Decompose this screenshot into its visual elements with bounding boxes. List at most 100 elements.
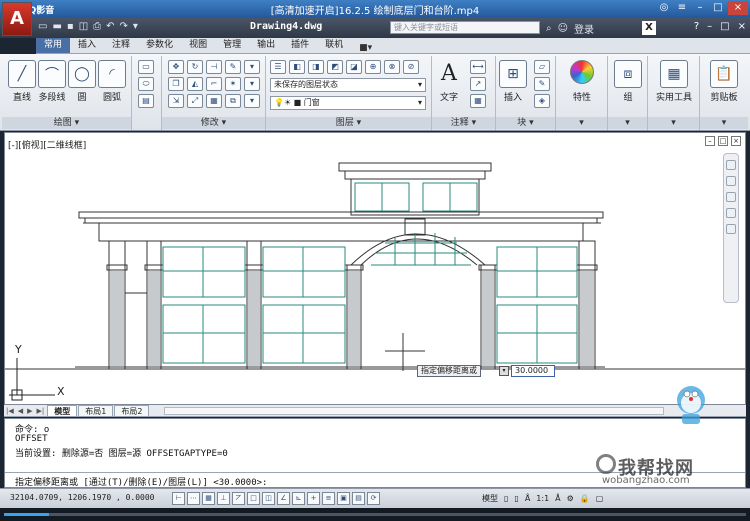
utilities-panel-expander[interactable]: ▾ xyxy=(648,117,699,129)
offset-distance-input[interactable]: 30.0000 xyxy=(511,365,555,377)
clipboard-tool[interactable]: 📋 剪贴板 xyxy=(704,60,744,103)
qat-more-icon[interactable]: ▾ xyxy=(133,21,138,32)
annotation-panel-title[interactable]: 注释 ▾ xyxy=(432,117,495,129)
login-button[interactable]: 登录 xyxy=(574,21,594,36)
dropdown2-icon[interactable]: ▾ xyxy=(244,77,260,91)
3d-osnap-icon[interactable]: ◫ xyxy=(262,492,275,505)
leader-icon[interactable]: ↗ xyxy=(470,77,486,91)
mirror-icon[interactable]: ◭ xyxy=(187,77,203,91)
save-as-icon[interactable]: ◫ xyxy=(79,21,88,32)
dropdown3-icon[interactable]: ▾ xyxy=(244,94,260,108)
infer-constraints-icon[interactable]: ⊢ xyxy=(172,492,185,505)
lock-icon[interactable]: 🔒 xyxy=(580,494,590,503)
layer-state-dropdown[interactable]: 未保存的图层状态 ▾ xyxy=(270,78,426,92)
layers-panel-title[interactable]: 图层 ▾ xyxy=(266,117,431,129)
tab-home[interactable]: 常用 xyxy=(36,38,71,53)
rotate-icon[interactable]: ↻ xyxy=(187,60,203,74)
next-layout-icon[interactable]: ▶ xyxy=(25,407,34,415)
help-icon[interactable]: ? xyxy=(694,21,699,32)
tab-online[interactable]: 联机 xyxy=(317,38,351,53)
layer-icon-7[interactable]: ⊗ xyxy=(384,60,400,74)
exchange-icon[interactable]: X xyxy=(642,21,656,35)
array-icon[interactable]: ▦ xyxy=(206,94,222,108)
drawing-canvas[interactable]: [-][俯视][二维线框] – □ × Y X 指定偏移距离或 ▾ 30.000… xyxy=(4,132,746,405)
layer-icon-5[interactable]: ◪ xyxy=(346,60,362,74)
acad-minimize-button[interactable]: – xyxy=(707,21,712,32)
tab-layout2[interactable]: 布局2 xyxy=(114,405,150,416)
attribute-icon[interactable]: ◈ xyxy=(534,94,550,108)
object-snap-icon[interactable]: □ xyxy=(247,492,260,505)
acad-close-button[interactable]: × xyxy=(738,21,746,32)
current-layer-dropdown[interactable]: 💡☀ ■ 门窗 ▾ xyxy=(270,96,426,110)
snap-mode-icon[interactable]: ⋯ xyxy=(187,492,200,505)
modify-panel-title[interactable]: 修改 ▾ xyxy=(162,117,265,129)
dynamic-input-options-icon[interactable]: ▾ xyxy=(499,366,509,376)
redo-icon[interactable]: ↷ xyxy=(120,21,128,32)
group-tool[interactable]: ⧈ 组 xyxy=(608,60,648,103)
lineweight-icon[interactable]: ≡ xyxy=(322,492,335,505)
polar-tracking-icon[interactable]: ⦢ xyxy=(232,492,245,505)
clean-screen-icon[interactable]: ▢ xyxy=(596,494,604,503)
table-icon[interactable]: ▦ xyxy=(470,94,486,108)
move-icon[interactable]: ✥ xyxy=(168,60,184,74)
block-panel-title[interactable]: 块 ▾ xyxy=(496,117,555,129)
stretch-icon[interactable]: ⇲ xyxy=(168,94,184,108)
help-search-input[interactable]: 键入关键字或短语 xyxy=(390,21,540,34)
copy-icon[interactable]: ❐ xyxy=(168,77,184,91)
annotation-scale-icon[interactable]: Å xyxy=(525,494,530,503)
workspace-icon[interactable]: ⚙ xyxy=(567,494,574,503)
quick-view-drawings-icon[interactable]: ▯ xyxy=(514,494,518,503)
player-maximize-button[interactable]: □ xyxy=(710,1,726,15)
application-menu-button[interactable]: A xyxy=(2,2,32,36)
insert-block-tool[interactable]: ⊞ 插入 xyxy=(496,60,530,103)
annotation-scale-value[interactable]: 1:1 xyxy=(536,494,549,503)
ortho-mode-icon[interactable]: ⊥ xyxy=(217,492,230,505)
new-file-icon[interactable]: ▭ xyxy=(38,21,47,32)
player-menu-icon[interactable]: ≡ xyxy=(674,1,690,15)
layer-icon-2[interactable]: ◧ xyxy=(289,60,305,74)
undo-icon[interactable]: ↶ xyxy=(106,21,114,32)
layer-icon-8[interactable]: ⊘ xyxy=(403,60,419,74)
scale-icon[interactable]: ⤢ xyxy=(187,94,203,108)
utilities-tool[interactable]: ▦ 实用工具 xyxy=(654,60,694,103)
selection-cycling-icon[interactable]: ⟳ xyxy=(367,492,380,505)
layer-icon-3[interactable]: ◨ xyxy=(308,60,324,74)
layer-properties-icon[interactable]: ☰ xyxy=(270,60,286,74)
grid-display-icon[interactable]: ▦ xyxy=(202,492,215,505)
dropdown-icon[interactable]: ▾ xyxy=(244,60,260,74)
quick-view-layouts-icon[interactable]: ▯ xyxy=(504,494,508,503)
erase-icon[interactable]: ✎ xyxy=(225,60,241,74)
arc-tool[interactable]: ◜ 圆弧 xyxy=(92,60,132,103)
tab-plugins[interactable]: 插件 xyxy=(283,38,317,53)
binoculars-icon[interactable]: ⌕ xyxy=(546,23,552,34)
fillet-icon[interactable]: ⌐ xyxy=(206,77,222,91)
layer-icon-4[interactable]: ◩ xyxy=(327,60,343,74)
dynamic-input-icon[interactable]: + xyxy=(307,492,320,505)
annotation-visibility-icon[interactable]: Å xyxy=(555,494,560,503)
layer-icon-6[interactable]: ⊕ xyxy=(365,60,381,74)
dimension-icon[interactable]: ⟷ xyxy=(470,60,486,74)
save-icon[interactable]: ▪ xyxy=(67,21,74,32)
horizontal-scrollbar[interactable] xyxy=(164,407,664,415)
offset-icon[interactable]: ⧉ xyxy=(225,94,241,108)
player-skin-icon[interactable]: ◎ xyxy=(656,1,672,15)
clipboard-panel-expander[interactable]: ▾ xyxy=(700,117,748,129)
user-icon[interactable]: ☺ xyxy=(558,23,568,34)
print-icon[interactable]: ⎙ xyxy=(93,21,101,32)
first-layout-icon[interactable]: |◀ xyxy=(4,407,16,415)
player-close-button[interactable]: × xyxy=(728,1,748,15)
properties-tool[interactable]: 特性 xyxy=(562,60,602,103)
tab-layout1[interactable]: 布局1 xyxy=(78,405,114,416)
quick-properties-icon[interactable]: ▤ xyxy=(352,492,365,505)
acad-maximize-button[interactable]: □ xyxy=(720,21,729,32)
last-layout-icon[interactable]: ▶| xyxy=(35,407,47,415)
tab-parametric[interactable]: 参数化 xyxy=(138,38,181,53)
draw-panel-title[interactable]: 绘图 ▾ xyxy=(2,117,131,129)
tab-view[interactable]: 视图 xyxy=(181,38,215,53)
rectangle-icon[interactable]: ▭ xyxy=(138,60,154,74)
groups-panel-expander[interactable]: ▾ xyxy=(608,117,647,129)
video-progress-bar[interactable] xyxy=(0,508,750,521)
tab-model[interactable]: 模型 xyxy=(47,405,78,416)
tab-insert[interactable]: 插入 xyxy=(70,38,104,53)
hatch-icon[interactable]: ▤ xyxy=(138,94,154,108)
